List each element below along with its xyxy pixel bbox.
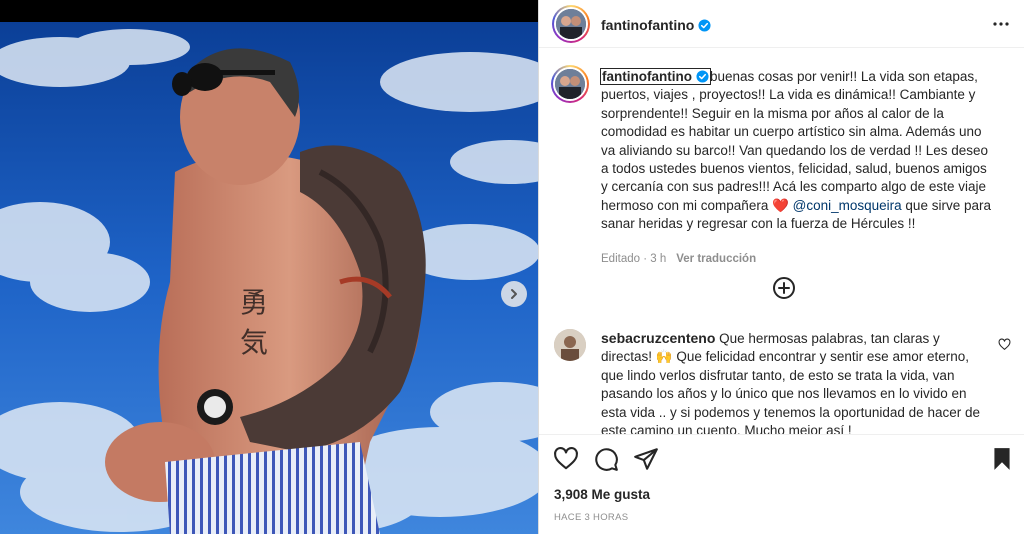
author-username[interactable]: fantinofantino (601, 17, 711, 33)
post-timestamp: HACE 3 HORAS (554, 512, 629, 523)
paper-plane-icon[interactable] (633, 446, 659, 472)
author-avatar[interactable] (552, 5, 590, 43)
heart-icon[interactable] (998, 338, 1011, 351)
comment-text: sebacruzcenteno Que hermosas palabras, t… (601, 329, 991, 434)
bookmark-icon[interactable] (989, 446, 1015, 472)
verified-badge-icon (698, 19, 711, 32)
svg-text:勇: 勇 (240, 286, 268, 319)
heart-icon[interactable] (553, 446, 579, 472)
post-actions-bar (539, 434, 1024, 482)
red-heart-emoji: ❤️ (772, 197, 789, 213)
caption-body-1: buenas cosas por venir!! La vida son eta… (601, 69, 989, 213)
caption-username[interactable]: fantinofantino (600, 68, 711, 85)
verified-badge-icon (696, 70, 709, 83)
caption-meta: Editado · 3 h Ver traducción (601, 253, 756, 265)
post-details-panel: fantinofantino fantinofantino buenas cosa… (538, 0, 1024, 534)
media-top-bar (0, 0, 538, 22)
caption-avatar[interactable] (551, 65, 589, 103)
comments-section[interactable]: fantinofantino buenas cosas por venir!! L… (539, 49, 1024, 434)
edited-label: Editado · 3 h (601, 253, 667, 265)
commenter-username[interactable]: sebacruzcenteno (601, 330, 715, 346)
see-translation-link[interactable]: Ver traducción (676, 253, 756, 265)
likes-count[interactable]: 3,908 Me gusta (554, 487, 650, 502)
caption-text: fantinofantino buenas cosas por venir!! L… (600, 68, 996, 234)
post-media: 勇 気 (0, 0, 538, 534)
comment-bubble-icon[interactable] (593, 446, 619, 472)
plus-circle-icon[interactable] (772, 276, 796, 300)
chevron-right-icon (511, 289, 517, 299)
svg-text:気: 気 (240, 326, 268, 359)
next-photo-button[interactable] (501, 281, 527, 307)
post-photo: 勇 気 (0, 22, 538, 534)
mention-link[interactable]: @coni_mosqueira (793, 198, 902, 213)
commenter-avatar[interactable] (554, 329, 586, 361)
comment-body: Que hermosas palabras, tan claras y dire… (601, 331, 980, 434)
post-header: fantinofantino (539, 0, 1024, 48)
more-options-icon[interactable] (991, 14, 1011, 34)
